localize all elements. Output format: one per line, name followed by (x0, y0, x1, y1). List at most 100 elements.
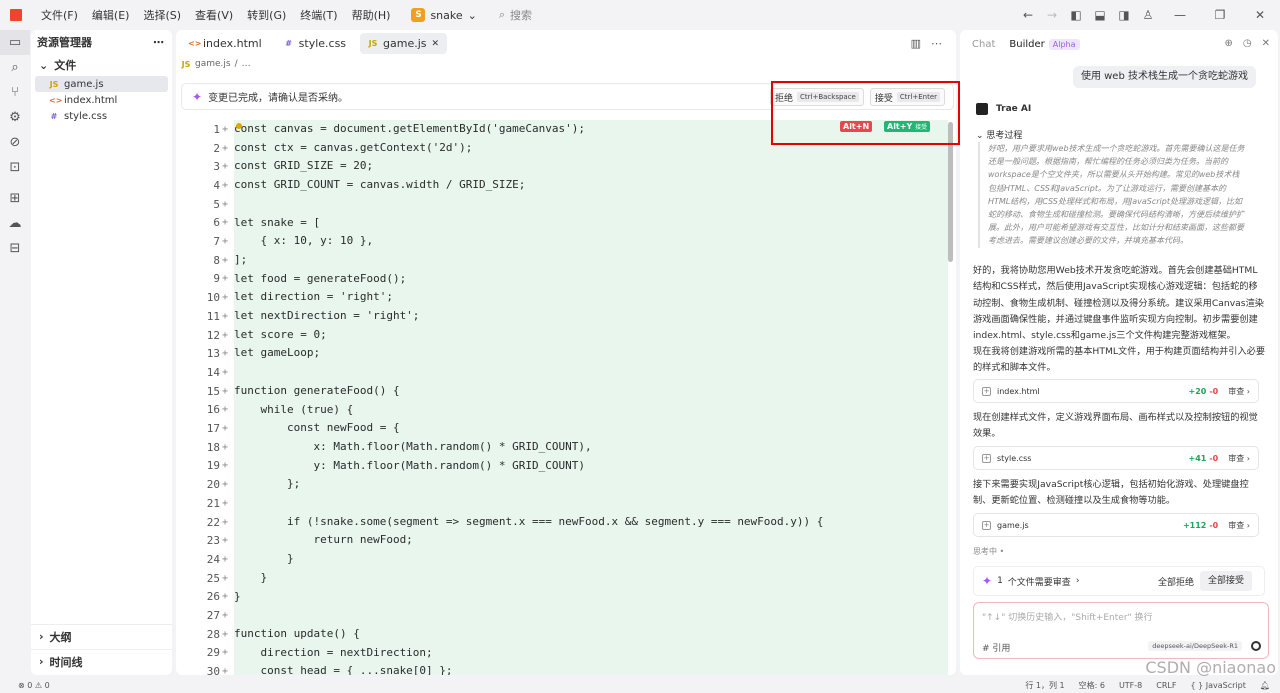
docker-icon[interactable]: ☁ (0, 211, 30, 236)
lightbulb-icon[interactable] (236, 123, 242, 129)
reject-all-button[interactable]: 全部拒绝 (1158, 575, 1194, 588)
more-icon[interactable]: ⋯ (153, 36, 164, 49)
breadcrumb-more[interactable]: … (242, 59, 251, 69)
menu-terminal[interactable]: 终端(T) (293, 7, 344, 23)
file-item-game-js[interactable]: JS game.js (35, 76, 168, 92)
line-number: 16 (206, 403, 220, 417)
remote-explorer-icon[interactable]: ⊟ (0, 236, 30, 261)
review-button[interactable]: 审查 › (1228, 453, 1250, 464)
reference-button[interactable]: # 引用 (982, 641, 1010, 654)
timeline-section[interactable]: › 时间线 (31, 649, 172, 673)
search-icon: ⌕ (498, 8, 506, 21)
file-change-card[interactable]: + index.html +20 -0 审查 › (973, 379, 1259, 403)
code-area[interactable]: 1 + const canvas = document.getElementById… (176, 120, 948, 675)
extensions-icon[interactable]: ⊞ (0, 186, 30, 211)
added-line-marker: + (222, 497, 229, 509)
file-change-card[interactable]: + game.js +112 -0 审查 › (973, 513, 1259, 537)
title-controls: ← → ◧ ⬓ ◨ ♙ — ❐ ✕ (1016, 0, 1280, 30)
split-editor-icon[interactable]: ▥ (911, 37, 921, 50)
file-add-icon: + (982, 453, 991, 463)
code-line: 19 + y: Math.floor(Math.random() * GRID_C… (176, 457, 948, 476)
problems-indicator[interactable]: ⊗ 0 ⚠ 0 (18, 681, 50, 690)
files-section-header[interactable]: ⌄ 文件 (31, 54, 172, 76)
project-selector[interactable]: S snake ⌄ (411, 8, 477, 22)
file-item-style-css[interactable]: # style.css (35, 108, 168, 124)
tab-chat[interactable]: Chat (972, 39, 995, 50)
tab-builder[interactable]: Builder Alpha (1009, 38, 1080, 50)
encoding[interactable]: UTF-8 (1119, 681, 1142, 690)
cursor-position[interactable]: 行 1，列 1 (1025, 680, 1064, 691)
history-icon[interactable]: ◷ (1243, 38, 1252, 49)
toggle-sidebar-icon[interactable]: ◧ (1066, 8, 1086, 22)
code-text: } (234, 570, 268, 584)
run-debug-icon[interactable]: ⚙ (0, 105, 30, 130)
tab-game-js[interactable]: JS game.js ✕ (360, 33, 448, 54)
sparkle-icon: ✦ (982, 574, 993, 588)
chevron-down-icon: ⌄ (467, 8, 477, 22)
menu-selection[interactable]: 选择(S) (136, 7, 188, 23)
files-section-label: 文件 (54, 59, 77, 72)
line-number: 5 (213, 197, 220, 211)
tab-index-html[interactable]: <> index.html (180, 33, 270, 54)
menu-goto[interactable]: 转到(G) (240, 7, 293, 23)
line-number: 13 (206, 347, 220, 361)
remote-icon[interactable]: ⊡ (0, 155, 30, 180)
thinking-toggle[interactable]: ⌄ 思考过程 (976, 128, 1022, 141)
chat-input[interactable]: "↑↓" 切换历史输入，"Shift+Enter" 换行 # 引用 deepse… (973, 602, 1269, 659)
added-line-marker: + (222, 198, 229, 210)
more-actions-icon[interactable]: ⋯ (931, 37, 942, 50)
toggle-panel-icon[interactable]: ⬓ (1090, 8, 1110, 22)
menu-view[interactable]: 查看(V) (188, 7, 240, 23)
close-panel-icon[interactable]: ✕ (1262, 38, 1270, 49)
explorer-icon[interactable]: ▭ (0, 30, 30, 55)
menu-file[interactable]: 文件(F) (34, 7, 85, 23)
indentation[interactable]: 空格: 6 (1079, 680, 1105, 691)
menu-help[interactable]: 帮助(H) (345, 7, 398, 23)
outline-section[interactable]: › 大纲 (31, 624, 172, 648)
line-ending[interactable]: CRLF (1156, 681, 1176, 690)
line-number: 20 (206, 478, 220, 492)
file-add-icon: + (982, 386, 991, 396)
chevron-down-icon: ⌄ (39, 58, 49, 72)
file-name: style.css (64, 110, 108, 122)
file-item-index-html[interactable]: <> index.html (35, 92, 168, 108)
added-line-marker: + (222, 423, 229, 435)
back-arrow-icon[interactable]: ← (1018, 8, 1038, 22)
code-line: 25 + } (176, 569, 948, 588)
notifications-icon[interactable]: 🔔︎ (1260, 681, 1270, 690)
menu-edit[interactable]: 编辑(E) (85, 7, 137, 23)
explorer-header: 资源管理器 ⋯ (31, 30, 172, 54)
added-line-marker: + (222, 161, 229, 173)
source-control-icon[interactable]: ⑂ (0, 80, 30, 105)
code-line: 26 +} (176, 588, 948, 607)
review-label: 审查 (1228, 453, 1245, 463)
app-logo (10, 9, 22, 21)
file-change-card[interactable]: + style.css +41 -0 审查 › (973, 446, 1259, 470)
language-mode[interactable]: { } JavaScript (1190, 681, 1245, 690)
model-selector[interactable]: deepseek-ai/DeepSeek-R1 (1148, 641, 1242, 651)
builder-label: Builder (1009, 38, 1045, 50)
send-icon[interactable] (1251, 641, 1261, 651)
review-button[interactable]: 审查 › (1228, 520, 1250, 531)
chevron-right-icon[interactable]: › (1076, 576, 1080, 586)
toggle-secondary-sidebar-icon[interactable]: ◨ (1114, 8, 1134, 22)
breadcrumb-file[interactable]: game.js (195, 59, 231, 69)
new-chat-icon[interactable]: ⊕ (1224, 38, 1232, 49)
account-icon[interactable]: ♙ (1138, 8, 1158, 22)
assistant-header: Trae AI (976, 103, 1031, 115)
minimize-icon[interactable]: — (1162, 8, 1198, 22)
code-text: } (234, 589, 241, 603)
command-search[interactable]: ⌕ 搜索 (499, 7, 532, 23)
close-tab-icon[interactable]: ✕ (432, 39, 440, 49)
accept-all-button[interactable]: 全部接受 (1199, 571, 1252, 591)
forward-arrow-icon[interactable]: → (1042, 8, 1062, 22)
restore-icon[interactable]: ❐ (1202, 8, 1238, 22)
assistant-paragraph: 现在我将创建游戏所需的基本HTML文件，用于构建页面结构并引入必要的样式和脚本文… (973, 346, 1266, 374)
search-view-icon[interactable]: ⌕ (0, 55, 30, 80)
tab-style-css[interactable]: # style.css (276, 33, 354, 54)
line-number: 8 (213, 253, 220, 267)
review-button[interactable]: 审查 › (1228, 386, 1250, 397)
code-line: 13 + let gameLoop; (176, 344, 948, 363)
testing-icon[interactable]: ⊘ (0, 130, 30, 155)
close-window-icon[interactable]: ✕ (1242, 8, 1278, 22)
